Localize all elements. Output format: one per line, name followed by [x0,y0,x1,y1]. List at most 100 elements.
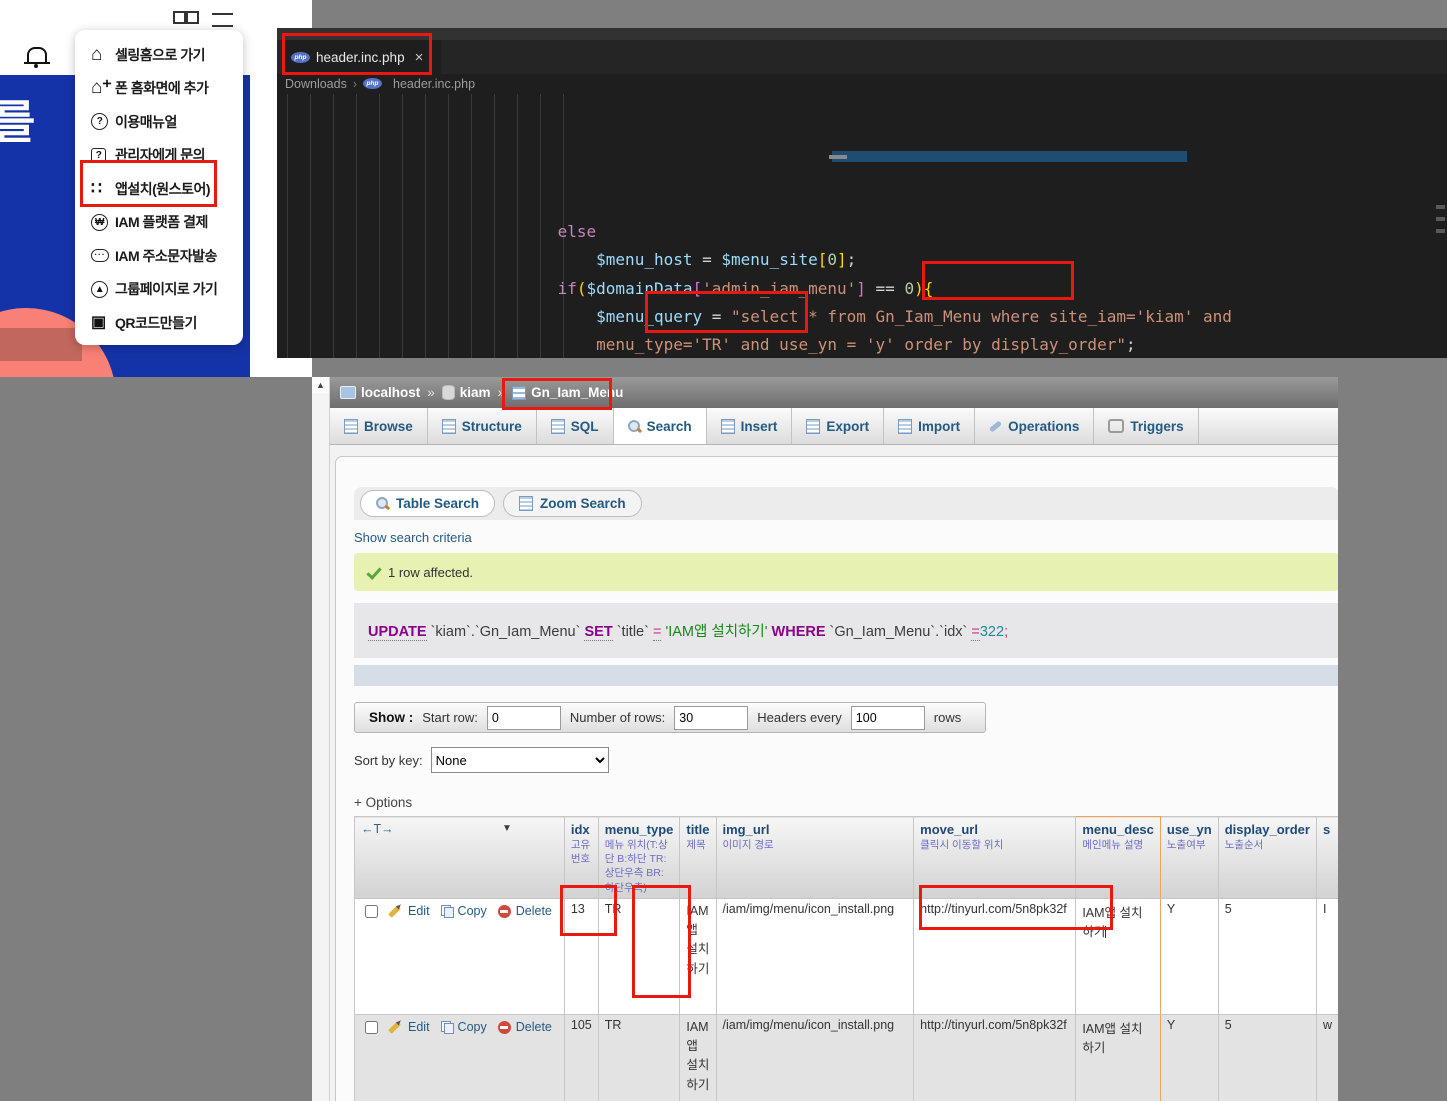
edit-pencil-icon [388,1021,401,1034]
menu-item-9[interactable]: ▣QR코드만들기 [91,306,243,340]
cell-img_url[interactable]: /iam/img/menu/icon_install.png [716,898,914,1014]
pma-tab-label: Export [826,419,869,434]
headers-every-input[interactable] [851,706,925,730]
minimap-mark [1436,217,1445,221]
table-header-display_order[interactable]: display_order노출순서 [1218,817,1316,899]
code-editor[interactable]: else$menu_host = $menu_site[0];if($domai… [277,94,1427,358]
start-row-input[interactable] [487,706,561,730]
pma-tab-search[interactable]: Search [614,408,707,444]
annotation-box-editor-tab [282,33,432,75]
cell-use_yn[interactable]: Y [1160,898,1218,1014]
code-line: menu_type='TR' and use_yn = 'y' order by… [277,331,1427,358]
cell-title[interactable]: IAM앱 설치하기 [680,1014,716,1101]
pma-tab-operations[interactable]: Operations [975,408,1094,444]
export-icon [806,419,820,434]
cell-partial[interactable]: w [1316,1014,1338,1101]
pma-tab-label: Operations [1008,419,1079,434]
edit-link[interactable]: Edit [408,904,430,918]
menu-item-7[interactable]: ···IAM 주소문자발송 [91,239,243,273]
apps-squares-icon[interactable] [173,11,186,24]
breadcrumb-separator: › [353,77,357,91]
table-header-use_yn[interactable]: use_yn노출여부 [1160,817,1218,899]
zoom-search-icon [519,496,533,511]
menu-item-label: 폰 홈화면에 추가 [115,78,208,98]
code-line: $menu_host = $menu_site[0]; [277,246,1427,274]
breadcrumb-separator: » [427,385,435,400]
breadcrumb-server[interactable]: localhost [361,385,420,400]
breadcrumb-database[interactable]: kiam [460,385,491,400]
sort-by-key-select[interactable]: None [431,747,609,773]
delete-link[interactable]: Delete [516,904,552,918]
success-message: 1 row affected. [354,553,1338,591]
code-line: else [277,218,1427,246]
copy-link[interactable]: Copy [458,1020,487,1034]
notification-bell-icon[interactable] [27,47,47,63]
row-checkbox[interactable] [365,905,378,918]
home-plus-icon: ⌂⁺ [91,81,115,95]
menu-item-3[interactable]: ?이용매뉴얼 [91,105,243,139]
table-header-s[interactable]: s [1316,817,1338,899]
page: 를 ⌂셀링홈으로 가기⌂⁺폰 홈화면에 추가?이용매뉴얼?관리자에게 문의∷앱설… [0,0,1447,1101]
copy-icon [441,905,453,917]
pma-tab-insert[interactable]: Insert [707,408,793,444]
copy-link[interactable]: Copy [458,904,487,918]
cell-use_yn[interactable]: Y [1160,1014,1218,1101]
pma-tab-sql[interactable]: SQL [537,408,614,444]
pma-breadcrumb: localhost » kiam » Gn_Iam_Menu [330,377,1338,408]
edit-link[interactable]: Edit [408,1020,430,1034]
table-search-icon [376,497,389,510]
pma-tab-structure[interactable]: Structure [428,408,537,444]
pma-tab-triggers[interactable]: Triggers [1094,408,1198,444]
cell-img_url[interactable]: /iam/img/menu/icon_install.png [716,1014,914,1101]
subtab-table-search[interactable]: Table Search [360,490,495,517]
breadcrumb-folder[interactable]: Downloads [285,77,347,91]
menu-item-8[interactable]: ▲그룹페이지로 가기 [91,273,243,307]
menu-item-label: 이용매뉴얼 [115,112,177,132]
vscode-titlebar [277,28,1447,40]
row-checkbox[interactable] [365,1021,378,1034]
show-search-criteria-link[interactable]: Show search criteria [354,530,1338,545]
clipped-code-line [277,151,1427,162]
check-icon [366,566,380,578]
hamburger-menu-icon[interactable] [212,13,233,27]
menu-item-label: 셀링홈으로 가기 [115,45,205,65]
apps-squares-icon[interactable] [186,11,199,24]
chat-bubble-icon: ··· [91,249,115,262]
cell-display_order[interactable]: 5 [1218,1014,1316,1101]
pma-tab-browse[interactable]: Browse [330,408,428,444]
php-file-icon: php [363,78,382,89]
menu-item-2[interactable]: ⌂⁺폰 홈화면에 추가 [91,72,243,106]
import-icon [898,419,912,434]
scrollbar-up-arrow[interactable]: ▲ [312,377,329,393]
menu-item-1[interactable]: ⌂셀링홈으로 가기 [91,38,243,72]
pma-tab-label: Triggers [1130,419,1183,434]
menu-item-6[interactable]: ₩IAM 플랫폼 결제 [91,206,243,240]
divider-band [354,665,1338,686]
annotation-box-row1-menu-type [560,885,617,936]
table-header-img_url[interactable]: img_url이미지 경로 [716,817,914,899]
insert-icon [721,419,735,434]
search-panel: Table Search Zoom Search Show search crit… [335,456,1338,1101]
num-rows-input[interactable] [674,706,748,730]
server-icon [340,386,356,399]
options-toggle[interactable]: + Options [354,795,1338,810]
cell-display_order[interactable]: 5 [1218,898,1316,1014]
home-icon: ⌂ [91,48,115,62]
pma-tab-export[interactable]: Export [792,408,884,444]
annotation-box-row1-title [632,885,691,998]
pma-tab-import[interactable]: Import [884,408,975,444]
delete-link[interactable]: Delete [516,1020,552,1034]
delete-icon [498,1021,511,1034]
cell-partial[interactable]: I [1316,898,1338,1014]
cell-move_url[interactable]: http://tinyurl.com/5n8pk32f [914,1014,1076,1101]
table-header-actions[interactable]: ←T→▼ [355,817,565,899]
editor-breadcrumb[interactable]: Downloads › php header.inc.php [285,74,475,93]
subtab-zoom-search[interactable]: Zoom Search [503,490,642,517]
breadcrumb-file[interactable]: header.inc.php [393,77,475,91]
scrollbar[interactable]: ▲ [312,377,330,1101]
cell-menu_type[interactable]: TR [598,1014,680,1101]
search-subtabs: Table Search Zoom Search [354,487,1338,520]
cell-menu_desc[interactable]: IAM앱 설치하기 [1076,1014,1161,1101]
operations-icon [989,420,1002,432]
cell-idx[interactable]: 105 [564,1014,598,1101]
